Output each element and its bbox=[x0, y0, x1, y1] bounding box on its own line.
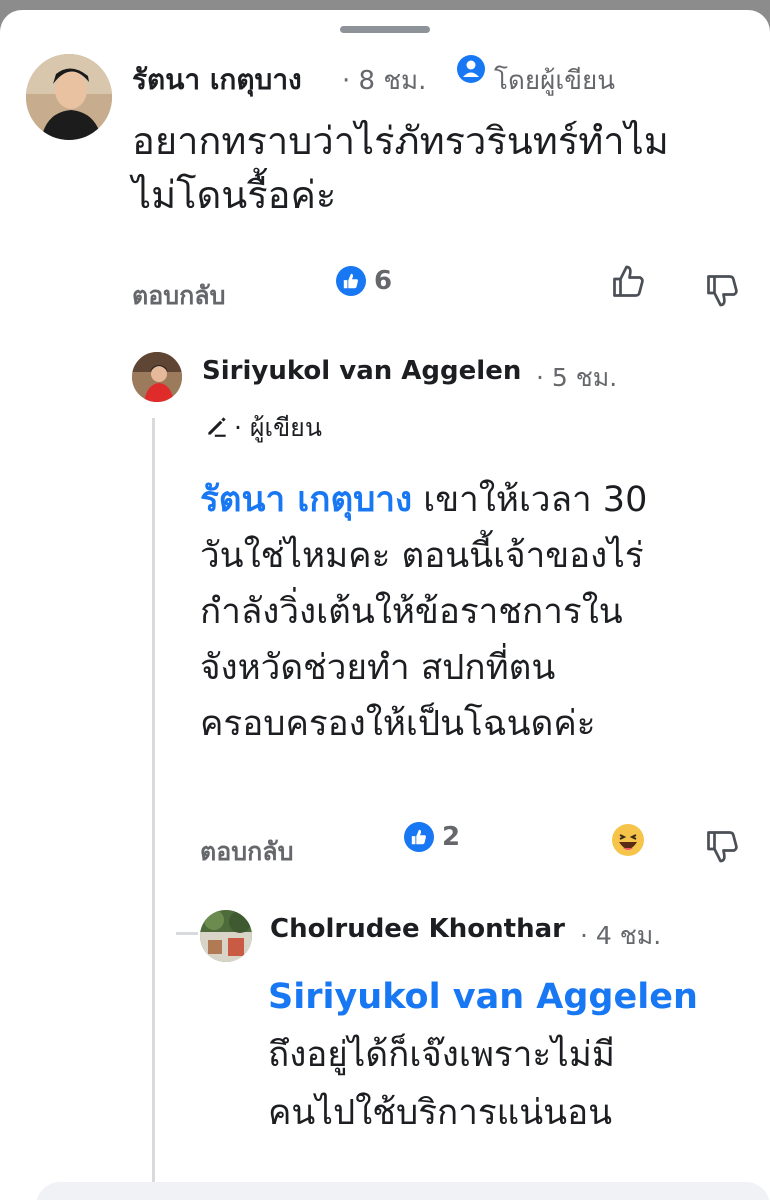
reaction-count[interactable]: 6 bbox=[336, 266, 392, 296]
comment-time: · 4 ชม. bbox=[580, 921, 662, 950]
comment-text-line: ไม่โดนรื้อค่ะ bbox=[132, 173, 337, 217]
comment-text-line: คนไปใช้บริการแน่นอน bbox=[268, 1093, 613, 1133]
comment-time: · 5 ชม. bbox=[536, 363, 618, 392]
author-badge: · ผู้เขียน bbox=[204, 408, 322, 448]
avatar[interactable] bbox=[132, 352, 182, 402]
author-badge-icon bbox=[456, 54, 486, 88]
mention-link[interactable]: รัตนา เกตุบาง bbox=[200, 480, 412, 520]
comment-text: อยากทราบว่าไร่ภัทรวรินทร์ทำไม ไม่โดนรื้อ… bbox=[132, 114, 669, 222]
comment-author[interactable]: Cholrudee Khonthar bbox=[270, 914, 565, 944]
reply-button[interactable]: ตอบกลับ bbox=[200, 832, 293, 872]
avatar[interactable] bbox=[26, 54, 112, 140]
thread-line bbox=[152, 418, 155, 1200]
avatar[interactable] bbox=[200, 910, 252, 962]
comments-sheet: รัตนา เกตุบาง · 8 ชม. โดยผู้เขียน อยากทร… bbox=[0, 10, 770, 1200]
comment-text-line: จังหวัดช่วยทำ สปกที่ตน bbox=[200, 648, 556, 688]
comment-text: รัตนา เกตุบาง เขาให้เวลา 30 วันใช่ไหมคะ … bbox=[200, 472, 647, 752]
comment-text-line: กำลังวิ่งเต้นให้ข้อราชการใน bbox=[200, 592, 623, 632]
comment-text-line: รัตนา เกตุบาง เขาให้เวลา 30 bbox=[200, 472, 647, 528]
comment-text-line: ถึงอยู่ได้ก็เจ๊งเพราะไม่มี bbox=[268, 1035, 615, 1075]
comment-text-line: วันใช่ไหมคะ ตอนนี้เจ้าของไร่ bbox=[200, 536, 644, 576]
thumbs-up-icon[interactable] bbox=[610, 264, 646, 304]
author-badge-label: โดยผู้เขียน bbox=[494, 66, 615, 96]
reaction-count-value: 2 bbox=[442, 822, 461, 852]
thread-connector bbox=[176, 932, 198, 935]
reaction-count-value: 6 bbox=[374, 266, 393, 296]
comment-text-segment: เขาให้เวลา 30 bbox=[412, 480, 648, 520]
thumbs-down-icon[interactable] bbox=[704, 828, 740, 868]
comment-time: · 8 ชม. bbox=[342, 66, 427, 96]
comment-text-line: ครอบครองให้เป็นโฉนดค่ะ bbox=[200, 704, 596, 744]
comment-author[interactable]: รัตนา เกตุบาง bbox=[132, 58, 302, 102]
sheet-grabber[interactable] bbox=[340, 26, 430, 33]
author-badge-label: · ผู้เขียน bbox=[234, 413, 322, 442]
comment-author[interactable]: Siriyukol van Aggelen bbox=[202, 356, 521, 386]
like-badge-icon bbox=[404, 822, 434, 852]
comment-text-line: อยากทราบว่าไร่ภัทรวรินทร์ทำไม bbox=[132, 119, 669, 163]
mention-link[interactable]: Siriyukol van Aggelen bbox=[268, 968, 698, 1026]
comment-composer[interactable] bbox=[36, 1182, 770, 1200]
reaction-count[interactable]: 2 bbox=[404, 822, 460, 852]
pencil-icon bbox=[204, 413, 230, 443]
haha-reaction-icon[interactable] bbox=[610, 822, 646, 862]
like-badge-icon bbox=[336, 266, 366, 296]
comment-text: Siriyukol van Aggelen ถึงอยู่ได้ก็เจ๊งเพ… bbox=[268, 968, 698, 1142]
thumbs-down-icon[interactable] bbox=[704, 272, 740, 312]
reply-button[interactable]: ตอบกลับ bbox=[132, 276, 225, 316]
